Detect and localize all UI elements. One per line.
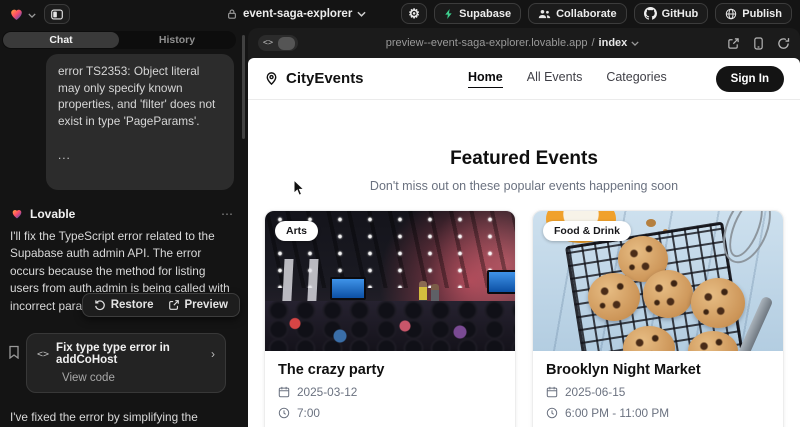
restore-preview-toolbar: Restore Preview — [82, 293, 240, 317]
chat-panel: Chat History error TS2353: Object litera… — [0, 28, 248, 427]
event-card-food-drink[interactable]: Food & Drink Brooklyn Night Market 2025-… — [532, 210, 784, 427]
mouse-cursor — [293, 179, 306, 202]
event-image-party: Arts — [265, 211, 515, 351]
sidebar-toggle-button[interactable] — [44, 4, 70, 24]
event-date-row: 2025-06-15 — [546, 385, 770, 399]
event-title: Brooklyn Night Market — [546, 362, 770, 378]
clock-icon — [278, 407, 290, 419]
url-host: preview--event-saga-explorer.lovable.app — [386, 37, 588, 49]
clock-icon — [546, 407, 558, 419]
chevron-down-icon — [357, 8, 366, 20]
assistant-header: Lovable ⋯ — [10, 207, 234, 221]
event-date-row: 2025-03-12 — [278, 385, 502, 399]
collaborate-button[interactable]: Collaborate — [528, 3, 627, 24]
message-menu-button[interactable]: ⋯ — [221, 207, 234, 221]
event-image-market: Food & Drink — [533, 211, 783, 351]
section-title: Featured Events — [248, 148, 800, 170]
assistant-message-result: I've fixed the error by simplifying the … — [10, 409, 234, 427]
nav-all-events[interactable]: All Events — [527, 70, 583, 88]
preview-button[interactable]: Preview — [168, 299, 228, 311]
open-preview-icon — [168, 299, 180, 311]
preview-toolbar: <> preview--event-saga-explorer.lovable.… — [248, 28, 800, 58]
view-code-link[interactable]: View code — [62, 372, 215, 384]
url-separator: / — [591, 37, 594, 49]
lovable-heart-icon — [10, 207, 24, 220]
url-page: index — [599, 37, 628, 49]
gear-icon: ⚙ — [408, 6, 420, 22]
app-brand[interactable]: CityEvents — [264, 70, 364, 87]
user-message-bubble: error TS2353: Object literal may only sp… — [46, 54, 234, 190]
code-edit-title: Fix type type error in addCoHost — [56, 342, 204, 366]
chevron-down-icon — [28, 5, 36, 23]
nav-home[interactable]: Home — [468, 70, 503, 88]
github-icon — [644, 7, 657, 20]
code-edit-card[interactable]: <> Fix type type error in addCoHost › Vi… — [26, 333, 226, 393]
nav-categories[interactable]: Categories — [606, 70, 666, 88]
user-message-text: error TS2353: Object literal may only sp… — [58, 63, 222, 129]
chevron-right-icon: › — [211, 347, 215, 361]
project-switcher[interactable]: event-saga-explorer — [226, 0, 366, 28]
sign-in-button[interactable]: Sign In — [716, 66, 784, 92]
category-badge: Food & Drink — [543, 221, 631, 241]
restore-icon — [94, 299, 106, 311]
project-name: event-saga-explorer — [243, 8, 352, 20]
settings-button[interactable]: ⚙ — [401, 3, 427, 24]
message-truncation: ... — [58, 147, 222, 164]
event-title: The crazy party — [278, 362, 502, 378]
app-header: CityEvents Home All Events Categories Si… — [248, 58, 800, 100]
code-icon: <> — [258, 38, 278, 48]
event-card-arts[interactable]: Arts The crazy party 2025-03-12 7:00 — [264, 210, 516, 427]
github-button[interactable]: GitHub — [634, 3, 709, 24]
tab-history[interactable]: History — [119, 32, 235, 48]
restore-button[interactable]: Restore — [94, 299, 154, 311]
refresh-button[interactable] — [777, 37, 790, 50]
event-time-row: 6:00 PM - 11:00 PM — [546, 406, 770, 420]
open-in-new-tab-button[interactable] — [727, 37, 740, 50]
tab-chat[interactable]: Chat — [3, 32, 119, 48]
calendar-icon — [546, 386, 558, 398]
globe-icon — [725, 8, 737, 20]
top-bar: event-saga-explorer ⚙ Supabase Collabora… — [0, 0, 800, 28]
code-preview-toggle[interactable]: <> — [258, 35, 298, 51]
map-pin-icon — [264, 71, 279, 86]
event-time-row: 7:00 — [278, 406, 502, 420]
bookmark-icon[interactable] — [8, 345, 20, 359]
preview-panel: <> preview--event-saga-explorer.lovable.… — [248, 28, 800, 427]
category-badge: Arts — [275, 221, 318, 241]
lovable-logo-menu[interactable] — [8, 5, 36, 23]
supabase-bolt-icon — [444, 8, 454, 20]
publish-button[interactable]: Publish — [715, 3, 792, 24]
supabase-button[interactable]: Supabase — [434, 3, 521, 24]
panel-icon — [50, 8, 64, 21]
toggle-knob — [278, 37, 295, 50]
people-icon — [538, 9, 551, 19]
section-subtitle: Don't miss out on these popular events h… — [248, 179, 800, 193]
lovable-workspace: event-saga-explorer ⚙ Supabase Collabora… — [0, 0, 800, 427]
featured-events-section: Featured Events Don't miss out on these … — [248, 148, 800, 193]
app-nav: Home All Events Categories — [468, 70, 667, 88]
mobile-view-button[interactable] — [753, 37, 764, 50]
chevron-down-icon — [631, 41, 639, 46]
preview-url[interactable]: preview--event-saga-explorer.lovable.app… — [298, 37, 727, 49]
chat-history-tabs: Chat History — [2, 31, 236, 49]
lock-icon — [226, 8, 238, 20]
assistant-name: Lovable — [30, 207, 215, 221]
code-icon: <> — [37, 349, 49, 360]
chat-scrollbar[interactable] — [242, 35, 245, 139]
calendar-icon — [278, 386, 290, 398]
lovable-heart-icon — [8, 6, 25, 22]
app-viewport: CityEvents Home All Events Categories Si… — [248, 58, 800, 427]
